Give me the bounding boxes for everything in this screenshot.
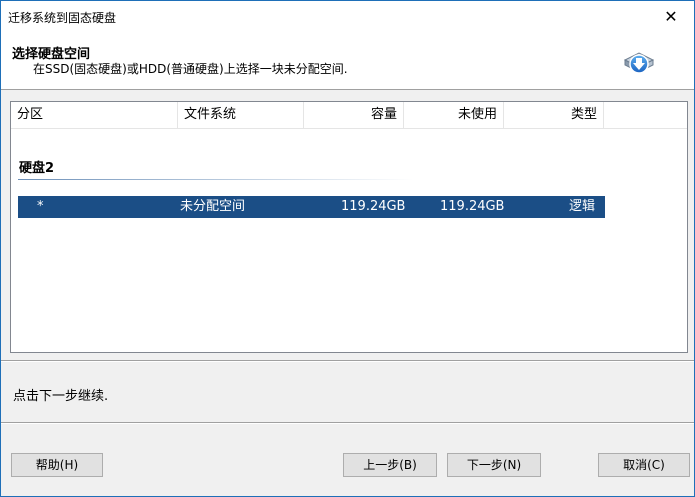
wizard-header: 选择硬盘空间 在SSD(固态硬盘)或HDD(普通硬盘)上选择一块未分配空间.: [1, 31, 694, 90]
cell-unused: 119.24GB: [440, 199, 505, 214]
partition-list[interactable]: 分区 文件系统 容量 未使用 类型 硬盘2 * 未分配空间 119.24GB 1…: [10, 101, 688, 353]
list-column-header: 分区 文件系统 容量 未使用 类型: [11, 102, 687, 129]
cell-capacity: 119.24GB: [341, 199, 406, 214]
back-button[interactable]: 上一步(B): [343, 453, 437, 477]
table-row[interactable]: * 未分配空间 119.24GB 119.24GB 逻辑: [18, 196, 605, 218]
column-partition[interactable]: 分区: [11, 102, 178, 128]
cell-filesystem: 未分配空间: [180, 199, 246, 214]
column-unused[interactable]: 未使用: [404, 102, 504, 128]
divider: [1, 422, 694, 424]
column-capacity[interactable]: 容量: [304, 102, 404, 128]
close-button[interactable]: ✕: [648, 1, 694, 31]
cancel-button[interactable]: 取消(C): [598, 453, 690, 477]
next-button[interactable]: 下一步(N): [447, 453, 541, 477]
column-filesystem[interactable]: 文件系统: [178, 102, 304, 128]
column-type[interactable]: 类型: [504, 102, 604, 128]
help-button[interactable]: 帮助(H): [11, 453, 103, 477]
cell-type: 逻辑: [569, 199, 596, 214]
disk-group-label: 硬盘2: [19, 161, 55, 176]
disk-download-icon: [623, 52, 655, 74]
title-bar: 迁移系统到固态硬盘 ✕: [1, 1, 694, 31]
disk-group-divider: [18, 179, 413, 180]
status-text: 点击下一步继续.: [13, 389, 109, 404]
cell-partition: *: [37, 199, 44, 214]
migrate-dialog: 迁移系统到固态硬盘 ✕ 选择硬盘空间 在SSD(固态硬盘)或HDD(普通硬盘)上…: [0, 0, 695, 497]
step-subtitle: 在SSD(固态硬盘)或HDD(普通硬盘)上选择一块未分配空间.: [33, 62, 348, 76]
window-title: 迁移系统到固态硬盘: [8, 11, 117, 25]
column-extra[interactable]: [604, 102, 686, 128]
close-icon: ✕: [664, 6, 678, 26]
divider: [1, 360, 694, 362]
